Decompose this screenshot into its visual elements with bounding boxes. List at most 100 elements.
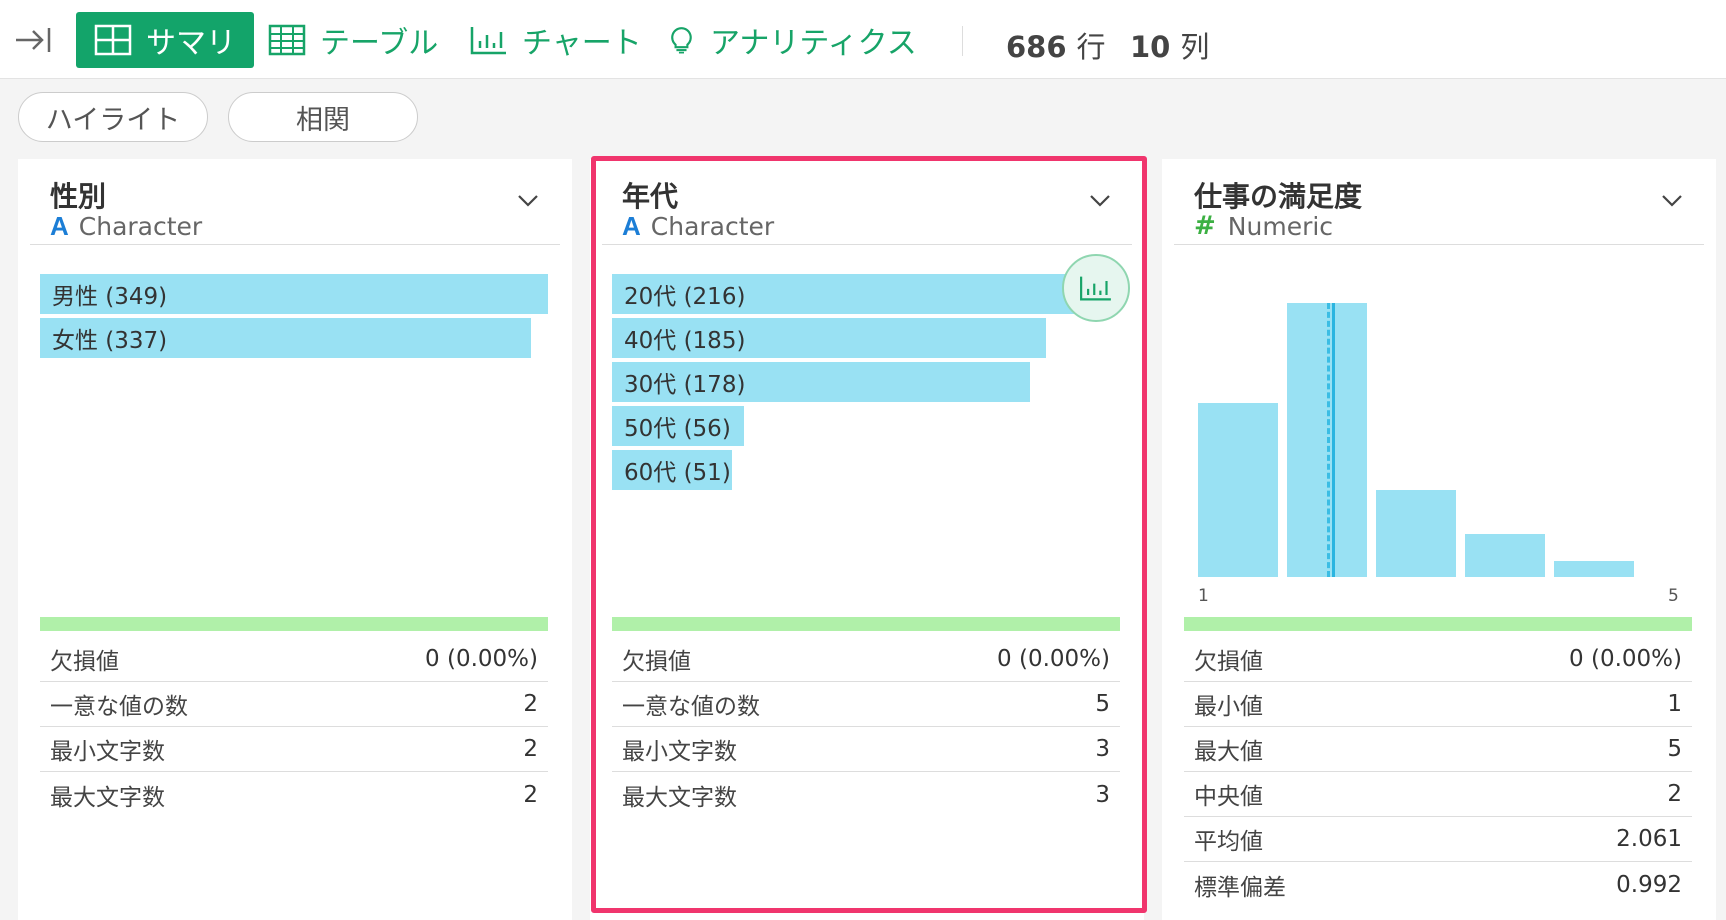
column-type: A Character [622,211,774,242]
correlation-button[interactable]: 相関 [228,92,418,142]
stat-label: 一意な値の数 [622,694,760,720]
character-type-icon: A [50,211,69,241]
tab-analytics[interactable]: アナリティクス [668,12,917,68]
completeness-strip [40,617,548,631]
stat-label: 欠損値 [1194,649,1263,675]
chart-view-button[interactable] [1062,254,1130,322]
completeness-strip [612,617,1120,631]
column-title: 年代 [622,180,679,213]
histogram-bar-3[interactable] [1376,490,1456,577]
column-card-age-group: 年代 A Character 20代 (216) 40代 (185) 30代 (… [590,159,1144,920]
median-line [1327,303,1330,577]
category-bar-label: 30代 (178) [624,372,746,398]
stats-table: 欠損値 0 (0.00%) 一意な値の数 5 最小文字数 3 最大文字数 3 [612,637,1120,817]
row-count: 686 行 [1006,24,1106,66]
tab-summary-label: サマリ [146,26,236,61]
histogram-bar-5[interactable] [1554,561,1634,577]
stat-label: 平均値 [1194,829,1263,855]
stat-value: 2 [523,781,538,808]
stat-value: 0 (0.00%) [997,646,1110,672]
stat-value: 3 [1095,736,1110,762]
histogram-min-label: 1 [1198,586,1209,606]
column-count-unit: 列 [1180,30,1210,64]
stat-value: 0 (0.00%) [1569,646,1682,672]
category-bar[interactable]: 40代 (185) [612,318,1046,358]
stat-row: 一意な値の数 5 [612,682,1120,727]
stat-row: 最小文字数 3 [612,727,1120,772]
toolbar: サマリ テーブル チャート アナリティクス 686 行 10 列 [0,0,1726,79]
stat-value: 2.061 [1616,826,1682,852]
stat-value: 0.992 [1616,871,1682,898]
column-type-label: Character [78,212,203,241]
stat-label: 標準偏差 [1194,874,1286,901]
row-count-value: 686 [1006,30,1067,64]
stat-label: 最大文字数 [50,784,165,811]
category-bar[interactable]: 30代 (178) [612,362,1030,402]
column-count: 10 列 [1130,24,1209,66]
stat-row: 最小文字数 2 [40,727,548,772]
stats-table: 欠損値 0 (0.00%) 一意な値の数 2 最小文字数 2 最大文字数 2 [40,637,548,817]
column-card-header: 年代 A Character [602,159,1132,245]
stat-label: 中央値 [1194,784,1263,810]
stat-label: 最小文字数 [50,739,165,765]
table-icon [268,24,306,56]
category-bar-label: 20代 (216) [624,284,746,310]
histogram-bar-1[interactable] [1198,403,1278,577]
stat-row: 欠損値 0 (0.00%) [40,637,548,682]
chevron-down-icon[interactable] [1088,193,1112,209]
stat-label: 最大文字数 [622,784,737,811]
bar-chart-icon [1080,276,1111,301]
tab-chart[interactable]: チャート [470,12,642,68]
row-count-unit: 行 [1076,30,1106,64]
stat-value: 0 (0.00%) [425,646,538,672]
tab-table[interactable]: テーブル [268,12,438,68]
category-bar[interactable]: 60代 (51) [612,450,732,490]
column-count-value: 10 [1130,30,1171,64]
stat-label: 一意な値の数 [50,694,188,720]
stat-row: 欠損値 0 (0.00%) [1184,637,1692,682]
category-bar[interactable]: 50代 (56) [612,406,744,446]
character-type-icon: A [622,211,641,241]
completeness-strip [1184,617,1692,631]
stat-row: 平均値 2.061 [1184,817,1692,862]
stat-row: 最大値 5 [1184,727,1692,772]
stat-value: 5 [1095,691,1110,717]
highlight-button[interactable]: ハイライト [18,92,208,142]
tab-summary[interactable]: サマリ [76,12,254,68]
column-card-header: 性別 A Character [30,159,560,245]
column-type: A Character [50,211,202,242]
column-card-gender: 性別 A Character 男性 (349) 女性 (337) 欠損値 0 (0… [18,159,572,920]
stat-value: 1 [1667,691,1682,717]
stat-row: 最大文字数 3 [612,772,1120,817]
highlight-button-label: ハイライト [45,104,181,136]
stat-label: 最小値 [1194,694,1263,720]
summary-grid-icon [94,24,132,56]
tab-analytics-label: アナリティクス [710,26,917,61]
category-bar[interactable]: 20代 (216) [612,274,1086,314]
stat-value: 5 [1667,736,1682,762]
stat-label: 最大値 [1194,739,1263,765]
stat-label: 最小文字数 [622,739,737,765]
category-bar-label: 40代 (185) [624,328,746,354]
stat-label: 欠損値 [50,649,119,675]
correlation-button-label: 相関 [296,104,350,136]
stats-table: 欠損値 0 (0.00%) 最小値 1 最大値 5 中央値 2 平均値 2.061 標準偏… [1184,637,1692,907]
stat-row: 中央値 2 [1184,772,1692,817]
category-bar[interactable]: 男性 (349) [40,274,548,314]
stat-value: 3 [1095,781,1110,808]
chevron-down-icon[interactable] [516,193,540,209]
stat-value: 2 [523,691,538,717]
category-bar-label: 男性 (349) [52,284,168,310]
bar-chart-icon [470,27,506,55]
histogram-bar-4[interactable] [1465,534,1545,577]
column-card-job-satisfaction: 仕事の満足度 # Numeric 1 5 欠損値 0 (0.00%) 最小値 1 最… [1162,159,1716,920]
category-bar[interactable]: 女性 (337) [40,318,531,358]
category-bar-label: 60代 (51) [624,460,731,486]
histogram [1162,159,1716,609]
collapse-panel-icon[interactable] [14,24,52,56]
tab-table-label: テーブル [320,26,439,61]
category-bar-label: 50代 (56) [624,416,731,442]
mean-line [1332,303,1336,577]
stat-row: 最大文字数 2 [40,772,548,817]
column-type-label: Character [650,212,775,241]
